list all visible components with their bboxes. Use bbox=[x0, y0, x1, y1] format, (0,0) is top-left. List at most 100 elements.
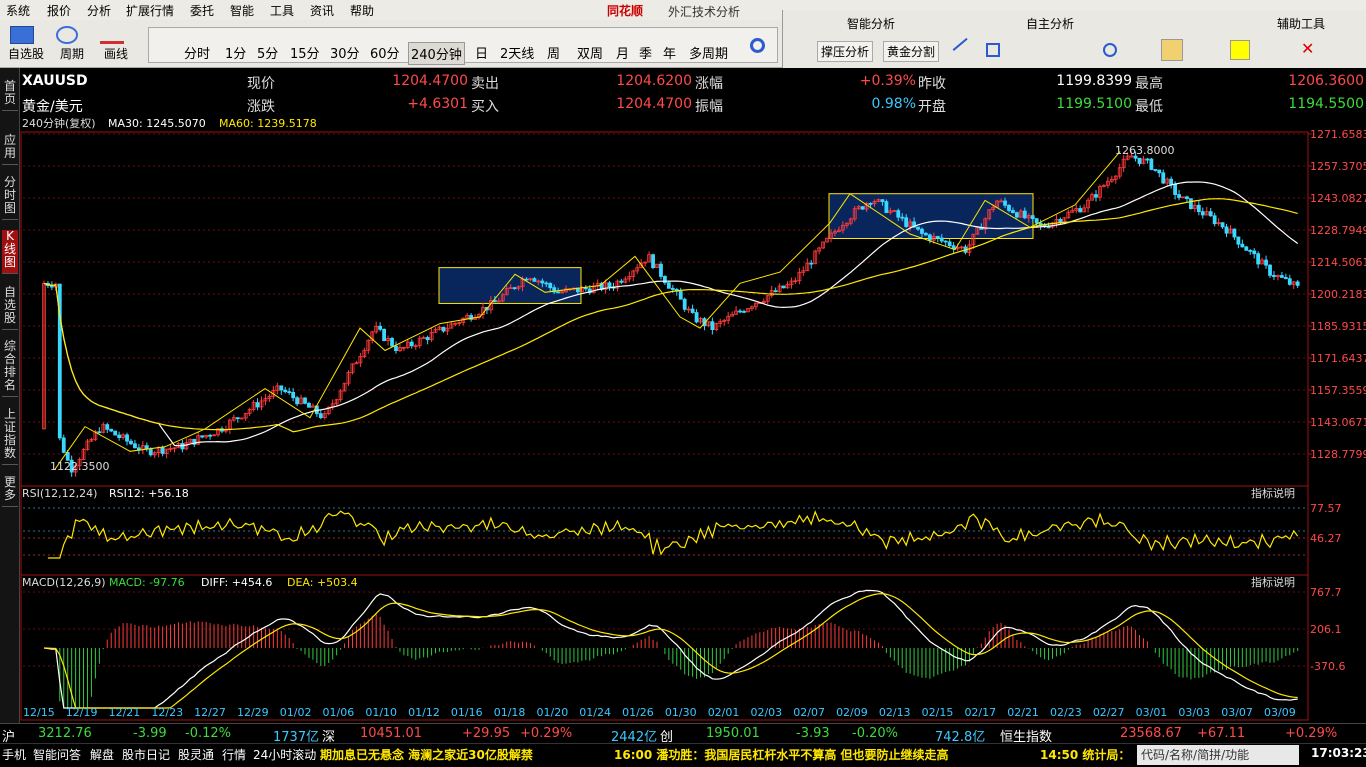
news-item-1[interactable]: 期加息已无悬念 海澜之家近30亿股解禁 bbox=[320, 746, 533, 763]
period-multi[interactable]: 多周期 bbox=[689, 43, 728, 62]
tool-watchlist[interactable]: 自选股 bbox=[8, 45, 44, 62]
self-analysis-tab[interactable]: 自主分析 bbox=[1026, 15, 1074, 32]
period-quarter[interactable]: 季 bbox=[639, 43, 652, 62]
macd-help-button[interactable]: 指标说明 bbox=[1251, 575, 1295, 589]
candle-body bbox=[916, 226, 920, 230]
candle-body bbox=[920, 228, 924, 234]
sidetab-more[interactable]: 更多 bbox=[2, 476, 18, 507]
sidetab-shindex[interactable]: 上证指数 bbox=[2, 408, 18, 465]
candle-body bbox=[1189, 198, 1193, 210]
menu-system[interactable]: 系统 bbox=[6, 2, 30, 19]
date-axis-label: 02/15 bbox=[922, 706, 954, 719]
date-axis-label: 12/15 bbox=[23, 706, 55, 719]
line-tool-icon[interactable] bbox=[952, 37, 976, 61]
label-sell: 卖出 bbox=[471, 76, 499, 92]
sidetab-apps[interactable]: 应用 bbox=[2, 134, 18, 165]
candle-body bbox=[1078, 208, 1083, 213]
ticker-tab-comment[interactable]: 解盘 bbox=[90, 746, 114, 763]
menu-help[interactable]: 帮助 bbox=[350, 2, 374, 19]
candle-body bbox=[390, 338, 394, 347]
delete-icon[interactable]: ✕ bbox=[1301, 41, 1315, 57]
rsi-help-button[interactable]: 指标说明 bbox=[1251, 486, 1295, 500]
candle-body bbox=[860, 206, 865, 210]
kline-chart[interactable]: 1271.6583 1257.3705 1243.0827 1228.7949 1214… bbox=[20, 118, 1366, 723]
period-240m[interactable]: 240分钟 bbox=[408, 42, 465, 65]
period-clock-icon[interactable] bbox=[56, 26, 78, 44]
sh-change: -3.99 bbox=[133, 726, 167, 741]
period-15m[interactable]: 15分 bbox=[290, 43, 320, 62]
ticker-tab-stock[interactable]: 股灵通 bbox=[178, 746, 214, 763]
sidetab-watchlist[interactable]: 自选股 bbox=[2, 286, 18, 330]
candle-body bbox=[619, 280, 624, 283]
period-5m[interactable]: 5分 bbox=[257, 43, 278, 62]
period-fenshi[interactable]: 分时 bbox=[184, 43, 210, 62]
macd-axis-label: -370.6 bbox=[1310, 660, 1345, 673]
ticker-tab-mobile[interactable]: 手机 bbox=[2, 746, 26, 763]
candle-body bbox=[1283, 277, 1288, 280]
candle-body bbox=[287, 391, 292, 394]
tool-period[interactable]: 周期 bbox=[60, 45, 84, 62]
price-axis-label: 1143.0671 bbox=[1310, 416, 1366, 429]
candle-body bbox=[148, 448, 153, 456]
sidetab-home[interactable]: 首页 bbox=[2, 80, 18, 111]
news-item-2[interactable]: 16:00 潘功胜：我国居民杠杆水平不算高 但也要防止继续走高 bbox=[614, 746, 949, 763]
settings-gear-icon[interactable] bbox=[750, 38, 765, 53]
sidetab-timeline[interactable]: 分时图 bbox=[2, 176, 18, 220]
news-item-3[interactable]: 14:50 统计局： bbox=[1040, 746, 1130, 763]
candle-body bbox=[1153, 169, 1158, 171]
candle-body bbox=[1173, 183, 1178, 195]
code-search-input[interactable]: 代码/名称/简拼/功能 bbox=[1137, 745, 1299, 765]
period-day[interactable]: 日 bbox=[475, 43, 488, 62]
aux-tools-tab[interactable]: 辅助工具 bbox=[1277, 15, 1325, 32]
date-axis-label: 01/20 bbox=[537, 706, 569, 719]
circle-tool-icon[interactable] bbox=[1103, 43, 1117, 57]
candle-body bbox=[1240, 243, 1245, 248]
period-60m[interactable]: 60分 bbox=[370, 43, 400, 62]
sidetab-ranking[interactable]: 综合排名 bbox=[2, 340, 18, 397]
candle-body bbox=[129, 440, 133, 445]
candle-body bbox=[1220, 222, 1225, 228]
menu-analysis[interactable]: 分析 bbox=[87, 2, 111, 19]
macd-label: MACD(12,26,9) bbox=[22, 576, 106, 589]
golden-section-button[interactable]: 黄金分割 bbox=[883, 41, 940, 62]
label-pct: 涨幅 bbox=[695, 76, 723, 92]
draw-pen-icon[interactable] bbox=[100, 26, 124, 44]
sidetab-kline[interactable]: K线图 bbox=[2, 230, 18, 274]
ticker-tab-rolling[interactable]: 24小时滚动 bbox=[253, 746, 316, 763]
ticker-tab-market[interactable]: 行情 bbox=[222, 746, 246, 763]
menu-tools[interactable]: 工具 bbox=[270, 2, 294, 19]
menu-trade[interactable]: 委托 bbox=[190, 2, 214, 19]
period-2week[interactable]: 双周 bbox=[577, 43, 603, 62]
menu-info[interactable]: 资讯 bbox=[310, 2, 334, 19]
candle-body bbox=[880, 199, 885, 202]
candle-body bbox=[651, 254, 655, 269]
smart-analysis-tab[interactable]: 智能分析 bbox=[847, 15, 895, 32]
period-month[interactable]: 月 bbox=[616, 43, 629, 62]
candle-body bbox=[1268, 264, 1272, 276]
support-resistance-button[interactable]: 撑压分析 bbox=[817, 41, 874, 62]
rect-tool-icon[interactable] bbox=[986, 43, 1000, 57]
value-pct: +0.39% bbox=[859, 73, 916, 89]
period-30m[interactable]: 30分 bbox=[330, 43, 360, 62]
period-week[interactable]: 周 bbox=[547, 43, 560, 62]
candle-body bbox=[1058, 219, 1063, 223]
menu-ext-quote[interactable]: 扩展行情 bbox=[126, 2, 174, 19]
candle-body bbox=[1094, 194, 1098, 198]
cursor-tool-icon[interactable] bbox=[1161, 39, 1183, 61]
period-2day[interactable]: 2天线 bbox=[500, 43, 534, 62]
candle-body bbox=[1169, 178, 1174, 185]
candle-body bbox=[548, 283, 553, 289]
menu-quote[interactable]: 报价 bbox=[47, 2, 71, 19]
macd-value: MACD: -97.76 bbox=[109, 576, 185, 589]
tool-draw[interactable]: 画线 bbox=[104, 45, 128, 62]
app-subtitle: 外汇技术分析 bbox=[668, 5, 741, 19]
favorite-star-icon[interactable] bbox=[10, 26, 34, 44]
period-year[interactable]: 年 bbox=[663, 43, 676, 62]
candle-body bbox=[1272, 275, 1276, 277]
ticker-tab-diary[interactable]: 股市日记 bbox=[122, 746, 170, 763]
candle-body bbox=[1161, 172, 1166, 184]
menu-smart[interactable]: 智能 bbox=[230, 2, 254, 19]
ticker-tab-qa[interactable]: 智能问答 bbox=[33, 746, 81, 763]
period-1m[interactable]: 1分 bbox=[225, 43, 246, 62]
color-picker-icon[interactable] bbox=[1230, 40, 1250, 60]
